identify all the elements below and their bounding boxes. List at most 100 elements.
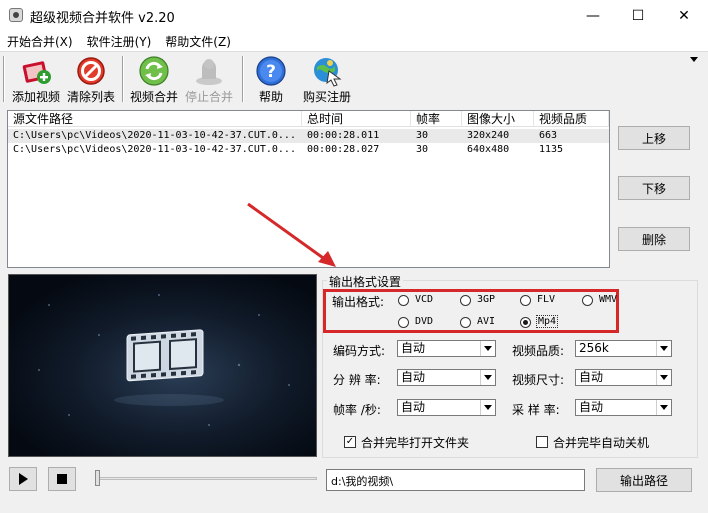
stop-square-icon	[57, 474, 67, 484]
chevron-down-icon	[656, 400, 671, 415]
radio-flv[interactable]	[520, 295, 531, 306]
output-path-button-label: 输出路径	[619, 473, 668, 488]
stop-button[interactable]	[48, 467, 76, 491]
sample-rate-label: 采 样 率:	[512, 403, 560, 417]
quality-select[interactable]: 256k	[575, 340, 672, 357]
radio-avi-label: AVI	[477, 316, 496, 327]
merge-video-button[interactable]: 视频合并	[127, 55, 181, 105]
move-up-button[interactable]: 上移	[618, 126, 690, 150]
resolution-value: 自动	[401, 370, 426, 384]
chevron-down-icon	[480, 370, 495, 385]
open-folder-checkbox[interactable]: ✓	[344, 436, 356, 448]
radio-dvd[interactable]	[398, 317, 409, 328]
video-size-label: 视频尺寸:	[512, 373, 565, 387]
clear-list-button[interactable]: 清除列表	[64, 55, 118, 105]
globe-cursor-icon	[311, 55, 343, 87]
radio-wmv[interactable]	[582, 295, 593, 306]
recycle-icon	[138, 55, 170, 87]
col-duration[interactable]: 总时间	[302, 111, 411, 127]
col-image-size[interactable]: 图像大小	[462, 111, 534, 127]
file-list-header: 源文件路径 总时间 帧率 图像大小 视频品质	[8, 111, 609, 127]
help-button[interactable]: ? 帮助	[252, 55, 290, 105]
slider-thumb[interactable]	[95, 470, 100, 486]
col-fps[interactable]: 帧率	[411, 111, 462, 127]
annotation-arrow-icon	[247, 202, 336, 267]
menu-start-merge[interactable]: 开始合并(X)	[0, 31, 80, 51]
quality-value: 256k	[579, 341, 609, 355]
radio-dvd-label: DVD	[415, 316, 434, 327]
row-fps: 30	[416, 144, 429, 155]
play-icon	[19, 473, 28, 485]
add-video-button[interactable]: 添加视频	[9, 55, 63, 105]
quality-label: 视频品质:	[512, 344, 565, 358]
video-preview	[8, 274, 317, 457]
film-reel-icon	[38, 294, 290, 426]
encoding-select[interactable]: 自动	[397, 340, 496, 357]
clear-list-label: 清除列表	[66, 90, 115, 104]
radio-vcd-label: VCD	[415, 294, 434, 305]
radio-flv-label: FLV	[537, 294, 556, 305]
output-path-input[interactable]: d:\我的视频\	[326, 469, 585, 491]
close-button[interactable]: ✕	[661, 0, 707, 31]
chevron-down-icon	[480, 400, 495, 415]
add-film-icon	[20, 55, 52, 87]
chevron-down-icon	[656, 370, 671, 385]
output-path-button[interactable]: 输出路径	[596, 468, 692, 492]
toolbar-separator	[3, 56, 5, 102]
row-size: 640x480	[467, 144, 510, 155]
sample-rate-value: 自动	[579, 400, 604, 414]
framerate-value: 自动	[401, 400, 426, 414]
menu-register[interactable]: 软件注册(Y)	[80, 31, 159, 51]
maximize-button[interactable]: ☐	[615, 0, 661, 31]
table-row[interactable]: C:\Users\pc\Videos\2020-11-03-10-42-37.C…	[8, 129, 609, 143]
row-size: 320x240	[467, 130, 510, 141]
resolution-select[interactable]: 自动	[397, 369, 496, 386]
add-video-label: 添加视频	[11, 90, 60, 104]
radio-avi[interactable]	[460, 317, 471, 328]
menu-help[interactable]: 帮助文件(Z)	[158, 31, 238, 51]
chevron-down-icon	[656, 341, 671, 356]
move-down-button[interactable]: 下移	[618, 176, 690, 200]
row-fps: 30	[416, 130, 429, 141]
table-row[interactable]: C:\Users\pc\Videos\2020-11-03-10-42-37.C…	[8, 143, 609, 157]
radio-vcd[interactable]	[398, 295, 409, 306]
delete-button[interactable]: 删除	[618, 227, 690, 251]
play-button[interactable]	[9, 467, 37, 491]
row-quality: 663	[539, 130, 558, 141]
auto-shutdown-checkbox[interactable]	[536, 436, 548, 448]
menu-bar: 开始合并(X) 软件注册(Y) 帮助文件(Z)	[0, 31, 708, 51]
output-settings-title: 输出格式设置	[327, 273, 404, 290]
radio-3gp[interactable]	[460, 295, 471, 306]
toolbar-separator	[242, 56, 244, 102]
toolbar: 添加视频 清除列表 视频合并 停止合并 ? 帮助 购买注册	[0, 51, 708, 106]
encoding-label: 编码方式:	[333, 344, 386, 358]
toolbar-overflow-icon[interactable]	[690, 57, 698, 62]
row-duration: 00:00:28.027	[307, 144, 380, 155]
col-quality[interactable]: 视频品质	[534, 111, 609, 127]
merge-video-label: 视频合并	[129, 90, 178, 104]
sample-rate-select[interactable]: 自动	[575, 399, 672, 416]
playback-slider[interactable]	[97, 477, 317, 480]
minimize-button[interactable]: —	[570, 0, 616, 31]
framerate-label: 帧率 /秒:	[333, 403, 381, 417]
buy-register-button[interactable]: 购买注册	[299, 55, 355, 105]
svg-text:?: ?	[266, 62, 276, 82]
col-source-path[interactable]: 源文件路径	[8, 111, 302, 127]
chevron-down-icon	[480, 341, 495, 356]
window-title: 超级视频合并软件 v2.20	[30, 11, 175, 26]
encoding-value: 自动	[401, 341, 426, 355]
stop-merge-button: 停止合并	[182, 55, 236, 105]
radio-mp4[interactable]	[520, 317, 531, 328]
video-size-select[interactable]: 自动	[575, 369, 672, 386]
radio-mp4-label: Mp4	[536, 315, 559, 328]
resolution-label: 分 辨 率:	[333, 373, 381, 387]
title-bar: 超级视频合并软件 v2.20 — ☐ ✕	[0, 0, 708, 31]
stop-icon	[193, 55, 225, 87]
buy-register-label: 购买注册	[302, 90, 351, 104]
framerate-select[interactable]: 自动	[397, 399, 496, 416]
no-entry-icon	[75, 55, 107, 87]
row-duration: 00:00:28.011	[307, 130, 380, 141]
help-label: 帮助	[258, 90, 283, 104]
row-quality: 1135	[539, 144, 564, 155]
row-path: C:\Users\pc\Videos\2020-11-03-10-42-37.C…	[13, 130, 296, 141]
